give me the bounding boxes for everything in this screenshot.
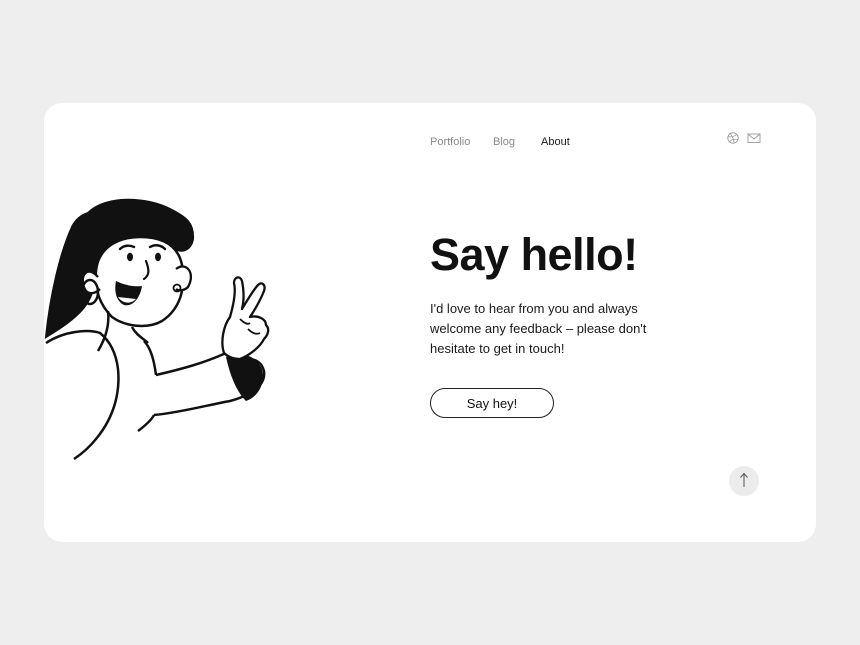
contact-card: Portfolio Blog About Say hello! I'd love… (44, 103, 816, 542)
dribbble-icon[interactable] (727, 131, 739, 149)
say-hey-button[interactable]: Say hey! (430, 388, 554, 418)
top-nav: Portfolio Blog About (44, 136, 816, 152)
nav-item-blog[interactable]: Blog (493, 136, 515, 148)
nav-item-portfolio[interactable]: Portfolio (430, 136, 470, 148)
scroll-to-top-button[interactable] (729, 466, 759, 496)
mail-icon[interactable] (747, 131, 761, 149)
nav-item-about[interactable]: About (541, 136, 570, 148)
intro-text: I'd love to hear from you and always wel… (430, 301, 647, 356)
woman-waving-illustration (44, 198, 270, 461)
arrow-up-icon (739, 472, 749, 491)
page-title: Say hello! (430, 229, 638, 280)
